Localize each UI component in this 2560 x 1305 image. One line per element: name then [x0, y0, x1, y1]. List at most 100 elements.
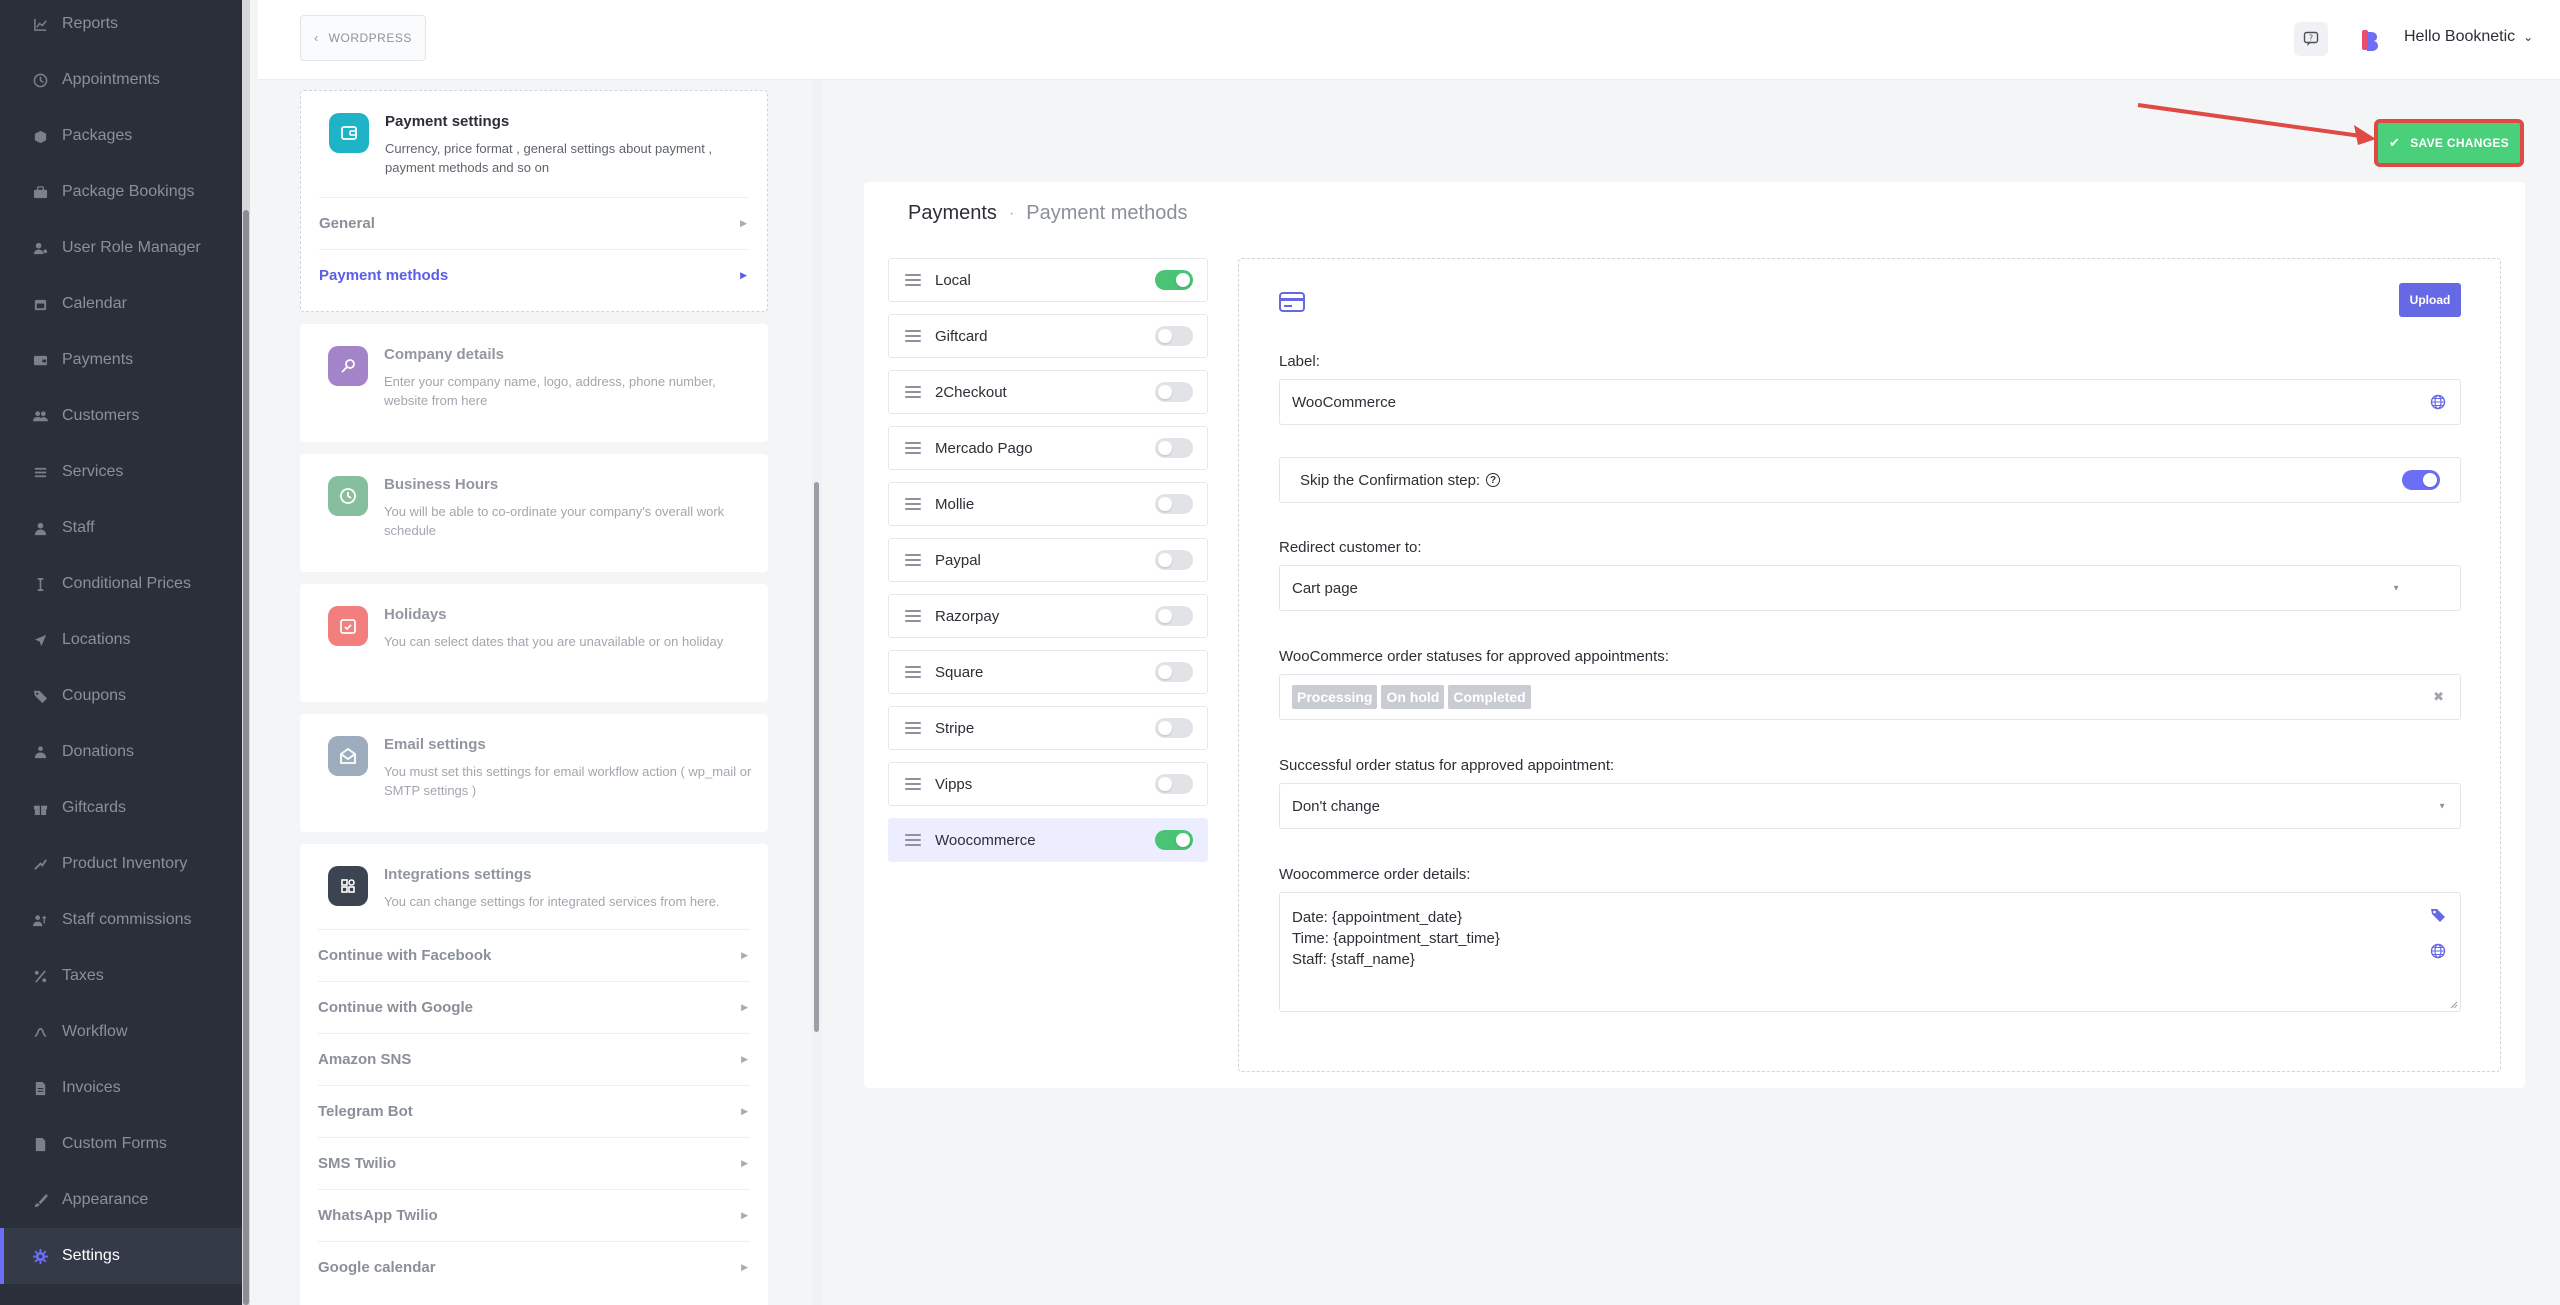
sidebar-item-staff[interactable]: Staff — [0, 500, 242, 556]
drag-handle-icon[interactable] — [905, 554, 921, 566]
sidebar-item-settings[interactable]: Settings — [0, 1228, 242, 1284]
sidebar-item-workflow[interactable]: Workflow — [0, 1004, 242, 1060]
submenu-facebook[interactable]: Continue with Facebook ▶ — [318, 929, 750, 981]
drag-handle-icon[interactable] — [905, 442, 921, 454]
integrations-settings-card[interactable]: Integrations settings You can change sett… — [300, 844, 768, 1305]
sidebar-item-payments[interactable]: Payments — [0, 332, 242, 388]
payment-method-toggle[interactable] — [1155, 326, 1193, 346]
sidebar-item-calendar[interactable]: Calendar — [0, 276, 242, 332]
success-status-select[interactable]: Don't change ▼ — [1279, 783, 2461, 829]
sidebar-item-taxes[interactable]: Taxes — [0, 948, 242, 1004]
settings-menu-scrollbar-thumb[interactable] — [814, 482, 819, 1032]
submenu-google[interactable]: Continue with Google ▶ — [318, 981, 750, 1033]
sidebar-item-custom-forms[interactable]: Custom Forms — [0, 1116, 242, 1172]
payment-method-mollie[interactable]: Mollie — [888, 482, 1208, 526]
holidays-card[interactable]: Holidays You can select dates that you ar… — [300, 584, 768, 702]
payment-method-toggle[interactable] — [1155, 774, 1193, 794]
drag-handle-icon[interactable] — [905, 610, 921, 622]
sidebar-scrollbar-thumb[interactable] — [243, 210, 249, 1305]
payment-method-toggle[interactable] — [1155, 550, 1193, 570]
payment-method-giftcard[interactable]: Giftcard — [888, 314, 1208, 358]
settings-menu-scrollbar[interactable] — [812, 80, 822, 1305]
payment-method-mercado-pago[interactable]: Mercado Pago — [888, 426, 1208, 470]
payment-method-woocommerce[interactable]: Woocommerce — [888, 818, 1208, 862]
payment-method-toggle[interactable] — [1155, 718, 1193, 738]
clear-selection-icon[interactable]: ✖ — [2433, 689, 2444, 705]
help-button[interactable]: ? — [2294, 22, 2328, 56]
sidebar-item-user-role-manager[interactable]: User Role Manager — [0, 220, 242, 276]
sidebar-item-customers[interactable]: Customers — [0, 388, 242, 444]
payment-method-toggle[interactable] — [1155, 606, 1193, 626]
email-settings-card[interactable]: Email settings You must set this settings… — [300, 714, 768, 832]
drag-handle-icon[interactable] — [905, 274, 921, 286]
drag-handle-icon[interactable] — [905, 666, 921, 678]
sidebar-item-appointments[interactable]: Appointments — [0, 52, 242, 108]
company-details-card[interactable]: Company details Enter your company name, … — [300, 324, 768, 442]
redirect-select[interactable]: Cart page ▼ — [1279, 565, 2461, 611]
order-statuses-multiselect[interactable]: Processing On hold Completed ✖ — [1279, 674, 2461, 720]
drag-handle-icon[interactable] — [905, 834, 921, 846]
drag-handle-icon[interactable] — [905, 386, 921, 398]
drag-handle-icon[interactable] — [905, 498, 921, 510]
payment-method-vipps[interactable]: Vipps — [888, 762, 1208, 806]
order-details-textarea[interactable]: Date: {appointment_date} Time: {appointm… — [1279, 892, 2461, 1012]
submenu-whatsapp-twilio[interactable]: WhatsApp Twilio ▶ — [318, 1189, 750, 1241]
payment-method-toggle[interactable] — [1155, 662, 1193, 682]
caret-right-icon: ▶ — [741, 1054, 748, 1064]
commission-icon — [32, 912, 48, 928]
drag-handle-icon[interactable] — [905, 722, 921, 734]
status-tag[interactable]: Processing — [1292, 685, 1378, 709]
submenu-amazon-sns[interactable]: Amazon SNS ▶ — [318, 1033, 750, 1085]
globe-icon[interactable] — [2430, 943, 2446, 959]
resize-grip-icon[interactable] — [2450, 1001, 2458, 1009]
business-hours-card[interactable]: Business Hours You will be able to co-ord… — [300, 454, 768, 572]
submenu-google-calendar[interactable]: Google calendar ▶ — [318, 1241, 750, 1293]
status-tag[interactable]: Completed — [1448, 685, 1531, 709]
sidebar-item-staff-commissions[interactable]: Staff commissions — [0, 892, 242, 948]
payment-method-2checkout[interactable]: 2Checkout — [888, 370, 1208, 414]
submenu-telegram-bot[interactable]: Telegram Bot ▶ — [318, 1085, 750, 1137]
sidebar-item-services[interactable]: Services — [0, 444, 242, 500]
payment-method-local[interactable]: Local — [888, 258, 1208, 302]
payment-method-toggle[interactable] — [1155, 438, 1193, 458]
payment-settings-card[interactable]: Payment settings Currency, price format ,… — [300, 90, 768, 312]
payment-method-paypal[interactable]: Paypal — [888, 538, 1208, 582]
payment-method-toggle[interactable] — [1155, 830, 1193, 850]
sidebar-scrollbar[interactable] — [242, 0, 250, 1305]
submenu-payment-methods[interactable]: Payment methods ▶ — [319, 249, 749, 301]
sidebar-item-label: Staff — [62, 519, 95, 536]
wordpress-back-button[interactable]: ‹ WORDPRESS — [300, 15, 426, 61]
label-input[interactable]: WooCommerce — [1279, 379, 2461, 425]
drag-handle-icon[interactable] — [905, 330, 921, 342]
sidebar-item-appearance[interactable]: Appearance — [0, 1172, 242, 1228]
payment-method-toggle[interactable] — [1155, 270, 1193, 290]
sidebar-item-reports[interactable]: Reports — [0, 0, 242, 52]
globe-icon[interactable] — [2430, 394, 2446, 410]
sidebar-item-conditional-prices[interactable]: Conditional Prices — [0, 556, 242, 612]
payment-method-razorpay[interactable]: Razorpay — [888, 594, 1208, 638]
sidebar-item-coupons[interactable]: Coupons — [0, 668, 242, 724]
tag-icon[interactable] — [2430, 907, 2446, 923]
payment-method-stripe[interactable]: Stripe — [888, 706, 1208, 750]
sidebar-item-locations[interactable]: Locations — [0, 612, 242, 668]
sidebar-item-invoices[interactable]: Invoices — [0, 1060, 242, 1116]
submenu-sms-twilio[interactable]: SMS Twilio ▶ — [318, 1137, 750, 1189]
payment-method-square[interactable]: Square — [888, 650, 1208, 694]
sidebar-item-donations[interactable]: Donations — [0, 724, 242, 780]
workflow-icon — [32, 1024, 48, 1040]
breadcrumb-main[interactable]: Payments — [908, 202, 997, 225]
sidebar-item-packages[interactable]: Packages — [0, 108, 242, 164]
payment-method-toggle[interactable] — [1155, 382, 1193, 402]
user-menu[interactable]: Hello Booknetic ⌄ — [2404, 28, 2533, 46]
skip-confirmation-toggle[interactable] — [2402, 470, 2440, 490]
sidebar-item-product-inventory[interactable]: Product Inventory — [0, 836, 242, 892]
sidebar-item-giftcards[interactable]: Giftcards — [0, 780, 242, 836]
payment-method-toggle[interactable] — [1155, 494, 1193, 514]
status-tag[interactable]: On hold — [1381, 685, 1445, 709]
drag-handle-icon[interactable] — [905, 778, 921, 790]
upload-button[interactable]: Upload — [2399, 283, 2461, 317]
question-circle-icon[interactable]: ? — [1486, 473, 1501, 487]
save-changes-button[interactable]: ✔ SAVE CHANGES — [2374, 119, 2524, 167]
sidebar-item-package-bookings[interactable]: Package Bookings — [0, 164, 242, 220]
submenu-general[interactable]: General ▶ — [319, 197, 749, 249]
